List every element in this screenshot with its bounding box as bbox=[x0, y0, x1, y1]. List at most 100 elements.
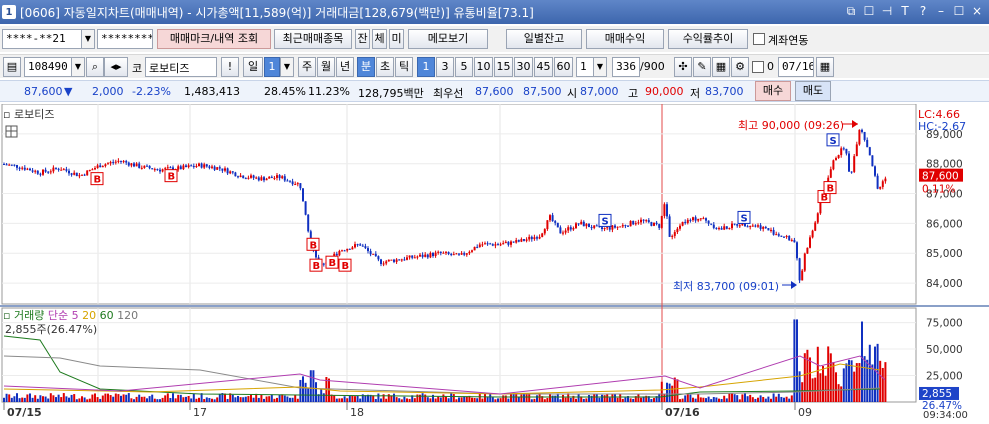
help-icon[interactable]: ? bbox=[915, 3, 931, 19]
gear-icon[interactable]: ⚙ bbox=[731, 57, 749, 77]
volume-bar bbox=[416, 394, 419, 402]
balance-chip[interactable]: 잔 bbox=[355, 29, 370, 49]
candle-body bbox=[546, 220, 549, 230]
interval-45[interactable]: 45 bbox=[534, 57, 553, 77]
x-tick-label: 18 bbox=[350, 406, 364, 419]
volume-bar bbox=[863, 356, 866, 402]
candle-body bbox=[671, 235, 674, 237]
volume-bar bbox=[265, 396, 268, 402]
warning-button[interactable]: ! bbox=[221, 57, 239, 77]
interval-30[interactable]: 30 bbox=[514, 57, 533, 77]
draw-tool-icon[interactable]: ✎ bbox=[693, 57, 711, 77]
account-dropdown[interactable]: ▼ bbox=[81, 29, 95, 49]
account-field[interactable]: ****-**21 bbox=[2, 29, 82, 49]
period-week[interactable]: 주 bbox=[298, 57, 316, 77]
candle-body bbox=[68, 170, 70, 174]
quote-turnover: 28.45% bbox=[264, 85, 306, 98]
candle-body bbox=[478, 244, 481, 248]
date-checkbox[interactable] bbox=[752, 61, 764, 73]
minimize-button[interactable]: – bbox=[933, 3, 949, 19]
stock-code-dropdown[interactable]: ▼ bbox=[71, 57, 85, 77]
candle-body bbox=[798, 258, 801, 281]
volume-bar bbox=[473, 398, 476, 402]
period-year[interactable]: 년 bbox=[336, 57, 354, 77]
yield-trend-button[interactable]: 수익률추이 bbox=[668, 29, 748, 49]
stock-nav-icon[interactable]: ◂▸ bbox=[104, 57, 128, 77]
market-label: 코 bbox=[132, 62, 143, 75]
candle-body bbox=[273, 177, 276, 179]
volume-bar bbox=[68, 397, 70, 402]
link-window-icon[interactable]: ⧉ bbox=[843, 3, 859, 19]
unfilled-chip[interactable]: 미 bbox=[389, 29, 404, 49]
interval-60[interactable]: 60 bbox=[554, 57, 573, 77]
grid-icon[interactable]: ▦ bbox=[712, 57, 730, 77]
sell-button[interactable]: 매도 bbox=[795, 81, 831, 101]
candle-body bbox=[70, 173, 73, 175]
stock-name-field[interactable]: 로보티즈 bbox=[145, 57, 217, 77]
interval-5[interactable]: 5 bbox=[455, 57, 473, 77]
volume-bar bbox=[224, 393, 226, 402]
trade-profit-button[interactable]: 매매수익 bbox=[586, 29, 664, 49]
volume-bar bbox=[153, 398, 156, 402]
candle-body bbox=[380, 259, 382, 264]
candle-body bbox=[276, 175, 278, 178]
calendar-icon[interactable]: ▦ bbox=[816, 57, 834, 77]
date-field[interactable]: 07/16 bbox=[778, 57, 814, 77]
interval-15[interactable]: 15 bbox=[494, 57, 513, 77]
candle-body bbox=[372, 253, 375, 255]
volume-bar bbox=[81, 396, 83, 402]
candle-body bbox=[575, 223, 577, 229]
volume-bar bbox=[65, 396, 68, 402]
buy-button[interactable]: 매수 bbox=[755, 81, 791, 101]
period-value[interactable]: 1 bbox=[264, 57, 280, 77]
recent-trades-button[interactable]: 최근매매종목 bbox=[274, 29, 352, 49]
candle-body bbox=[523, 239, 525, 241]
candle-body bbox=[879, 186, 882, 189]
stock-list-icon[interactable]: ▤ bbox=[3, 57, 21, 77]
memo-button[interactable]: 메모보기 bbox=[408, 29, 488, 49]
volume-bar bbox=[569, 397, 572, 402]
interval-1[interactable]: 1 bbox=[417, 57, 435, 77]
close-button[interactable]: × bbox=[969, 3, 985, 19]
search-icon[interactable]: ⌕ bbox=[86, 57, 104, 77]
candle-body bbox=[125, 161, 128, 163]
candle-body bbox=[811, 230, 814, 238]
executed-chip[interactable]: 체 bbox=[372, 29, 387, 49]
candle-body bbox=[777, 234, 780, 236]
password-field[interactable]: ******** bbox=[97, 29, 153, 49]
maximize-button[interactable]: ☐ bbox=[951, 3, 967, 19]
interval-3[interactable]: 3 bbox=[436, 57, 454, 77]
custom-interval-field[interactable]: 1 bbox=[576, 57, 594, 77]
candle-body bbox=[684, 221, 687, 223]
trade-mark-query-button[interactable]: 매매마크/내역 조회 bbox=[157, 29, 271, 49]
volume-bar bbox=[437, 396, 440, 402]
quote-ratio: 11.23% bbox=[308, 85, 350, 98]
chart-svg[interactable]: 07/15 17 18 07/16 0989,00088,00087,00086,000… bbox=[0, 104, 989, 424]
pin-icon[interactable]: ⊣ bbox=[879, 3, 895, 19]
candle-body bbox=[796, 242, 798, 259]
period-tick[interactable]: 틱 bbox=[395, 57, 413, 77]
account-link-checkbox[interactable] bbox=[753, 33, 765, 45]
custom-interval-dropdown[interactable]: ▼ bbox=[593, 57, 607, 77]
candle-body bbox=[247, 177, 250, 179]
count-field[interactable]: 336 bbox=[612, 57, 640, 77]
period-minute[interactable]: 분 bbox=[357, 57, 375, 77]
period-second[interactable]: 초 bbox=[376, 57, 394, 77]
volume-bar bbox=[575, 398, 577, 402]
volume-bar bbox=[770, 398, 772, 402]
text-size-icon[interactable]: T bbox=[897, 3, 913, 19]
crosshair-icon[interactable]: ✣ bbox=[674, 57, 692, 77]
period-dropdown[interactable]: ▼ bbox=[280, 57, 294, 77]
interval-10[interactable]: 10 bbox=[474, 57, 493, 77]
layout-icon[interactable]: ☐ bbox=[861, 3, 877, 19]
daily-balance-button[interactable]: 일별잔고 bbox=[506, 29, 582, 49]
candle-body bbox=[855, 144, 858, 157]
period-month[interactable]: 월 bbox=[317, 57, 335, 77]
candle-body bbox=[289, 180, 291, 182]
chart-area[interactable]: 07/15 17 18 07/16 09 89,000 88,000 87,000 86,000… bbox=[0, 104, 989, 424]
volume-bar bbox=[140, 396, 143, 402]
stock-code-field[interactable]: 108490 bbox=[24, 57, 72, 77]
candle-body bbox=[101, 166, 104, 168]
period-unit-button[interactable]: 일 bbox=[243, 57, 263, 77]
candle-body bbox=[551, 215, 554, 222]
